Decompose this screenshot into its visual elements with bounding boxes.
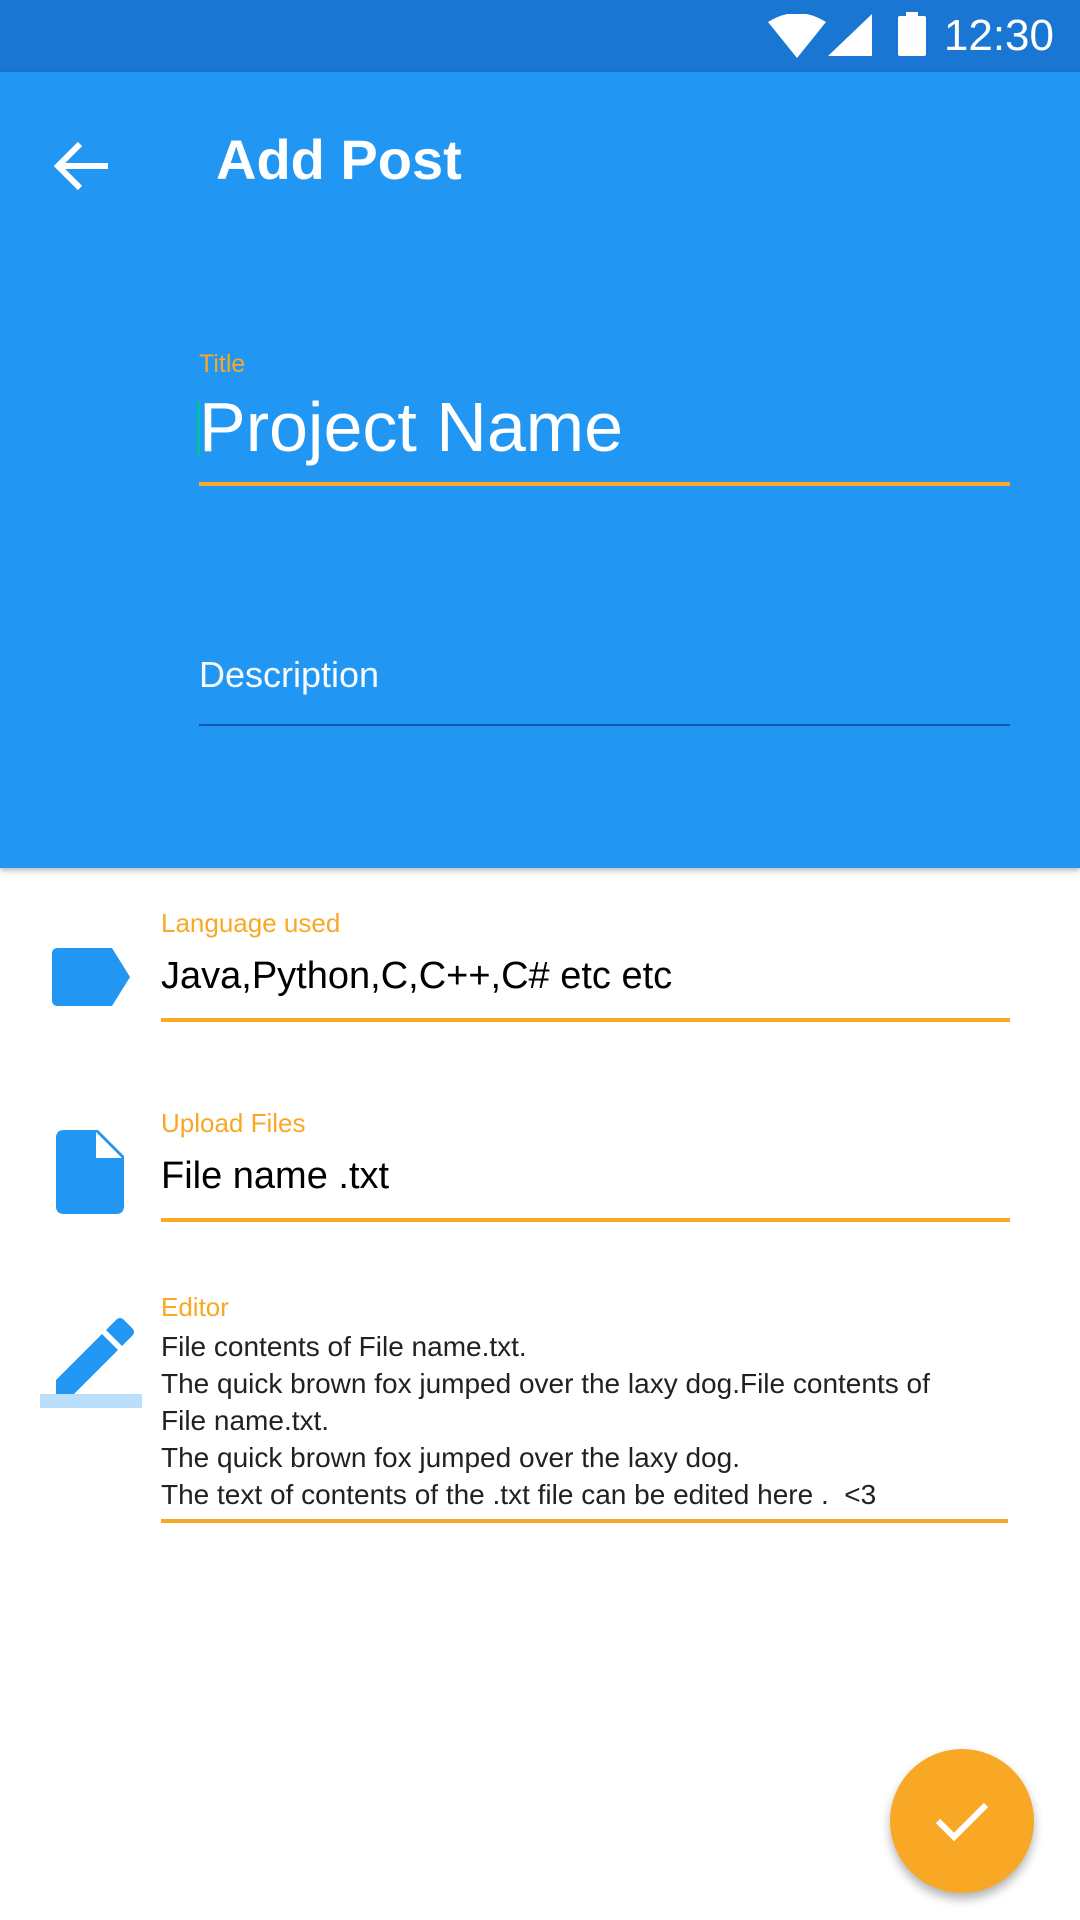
language-input[interactable]: Java,Python,C,C++,C# etc etc [161,950,1010,1002]
description-field-underline [199,724,1010,726]
editor-field[interactable]: Editor File contents of File name.txt. T… [161,1290,1008,1523]
title-input-value: Project Name [199,388,624,466]
status-time: 12:30 [943,11,1054,60]
editor-underline [161,1519,1008,1523]
edit-icon [40,1306,142,1410]
editor-line: The text of contents of the .txt file ca… [161,1479,877,1510]
description-field[interactable]: Description [199,650,1010,726]
upload-files-field[interactable]: Upload Files File name .txt [161,1106,1010,1222]
description-placeholder: Description [199,654,380,695]
editor-label: Editor [161,1292,229,1322]
submit-fab-button[interactable] [890,1749,1034,1893]
file-icon [56,1130,124,1214]
language-field[interactable]: Language used Java,Python,C,C++,C# etc e… [161,906,1010,1022]
wifi-icon [768,14,826,58]
text-cursor [197,402,200,456]
title-field[interactable]: Title Project Name [197,348,1010,486]
language-field-underline [161,1018,1010,1022]
app-bar: Add Post Title Project Name Description [0,72,1080,868]
upload-files-input[interactable]: File name .txt [161,1150,1010,1202]
editor-line: The quick brown fox jumped over the laxy… [161,1368,930,1399]
title-field-label: Title [199,350,246,378]
battery-icon [898,12,926,56]
editor-line: The quick brown fox jumped over the laxy… [161,1442,740,1473]
check-icon [935,1802,989,1842]
editor-line: File name.txt. [161,1405,330,1436]
upload-files-label: Upload Files [161,1108,306,1138]
arrow-back-icon [53,141,108,191]
cell-signal-icon [828,14,872,56]
back-button[interactable] [36,120,128,212]
label-icon [50,946,132,1008]
status-bar: 12:30 [0,0,1080,72]
page-title: Add Post [216,128,462,191]
upload-files-underline [161,1218,1010,1222]
editor-line: File contents of File name.txt. [161,1331,527,1362]
title-input[interactable]: Project Name [197,380,1010,472]
title-field-underline [199,482,1010,486]
language-field-label: Language used [161,908,341,938]
editor-textarea[interactable]: File contents of File name.txt. The quic… [161,1328,1008,1513]
